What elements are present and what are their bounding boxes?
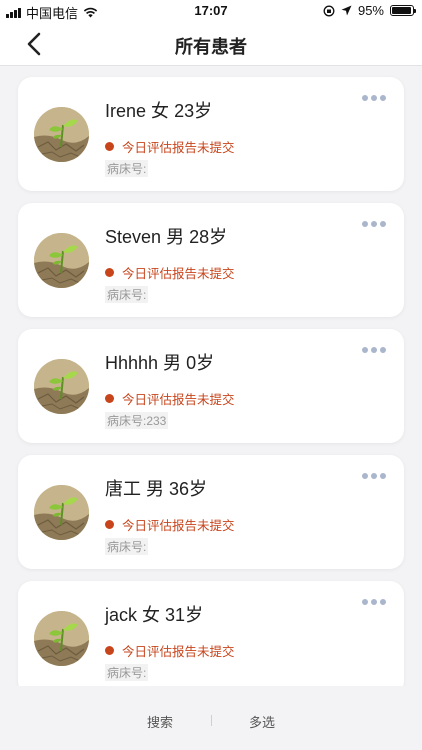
patient-avatar bbox=[34, 233, 89, 288]
status-dot-icon bbox=[105, 520, 114, 529]
bed-number: 病床号: bbox=[105, 538, 149, 555]
patient-name: Steven bbox=[105, 227, 162, 247]
patient-gender: 男 bbox=[163, 353, 182, 373]
status-dot-icon bbox=[105, 268, 114, 277]
patient-name-line: 唐工 男 36岁 bbox=[105, 475, 207, 501]
report-status-text: 今日评估报告未提交 bbox=[122, 267, 235, 281]
report-status: 今日评估报告未提交 bbox=[105, 641, 235, 660]
report-status: 今日评估报告未提交 bbox=[105, 137, 235, 156]
patient-name: Irene bbox=[105, 101, 147, 121]
search-button[interactable]: 搜索 bbox=[147, 712, 173, 731]
patient-avatar bbox=[34, 611, 89, 666]
patient-list[interactable]: Irene 女 23岁 今日评估报告未提交 病床号: Steven 男 28岁 … bbox=[0, 66, 422, 686]
patient-avatar bbox=[34, 485, 89, 540]
patient-age: 31岁 bbox=[165, 605, 204, 625]
patient-avatar bbox=[34, 107, 89, 162]
more-dots-icon bbox=[362, 221, 368, 227]
patient-age: 28岁 bbox=[189, 227, 228, 247]
status-dot-icon bbox=[105, 142, 114, 151]
report-status: 今日评估报告未提交 bbox=[105, 263, 235, 282]
more-options-button[interactable] bbox=[360, 469, 388, 483]
patient-gender: 女 bbox=[142, 605, 161, 625]
more-dots-icon bbox=[362, 473, 368, 479]
report-status: 今日评估报告未提交 bbox=[105, 389, 235, 408]
report-status: 今日评估报告未提交 bbox=[105, 515, 235, 534]
patient-name-line: Irene 女 23岁 bbox=[105, 97, 212, 123]
patient-name: 唐工 bbox=[105, 479, 141, 499]
patient-name: Hhhhh bbox=[105, 353, 159, 373]
patient-name: jack bbox=[105, 605, 138, 625]
more-dots-icon bbox=[362, 95, 368, 101]
battery-icon bbox=[390, 5, 416, 16]
patient-gender: 男 bbox=[166, 227, 185, 247]
more-options-button[interactable] bbox=[360, 91, 388, 105]
status-bar: 中国电信 17:07 95% bbox=[0, 0, 422, 22]
more-options-button[interactable] bbox=[360, 343, 388, 357]
report-status-text: 今日评估报告未提交 bbox=[122, 645, 235, 659]
chevron-left-icon bbox=[27, 32, 41, 56]
bed-number: 病床号:233 bbox=[105, 412, 169, 429]
more-dots-icon bbox=[362, 347, 368, 353]
patient-gender: 女 bbox=[151, 101, 170, 121]
patient-card[interactable]: jack 女 31岁 今日评估报告未提交 病床号: bbox=[18, 581, 404, 686]
more-options-button[interactable] bbox=[360, 217, 388, 231]
report-status-text: 今日评估报告未提交 bbox=[122, 519, 235, 533]
location-arrow-icon bbox=[341, 5, 352, 16]
more-options-button[interactable] bbox=[360, 595, 388, 609]
status-dot-icon bbox=[105, 394, 114, 403]
patient-age: 0岁 bbox=[186, 353, 215, 373]
back-button[interactable] bbox=[20, 30, 48, 58]
navigation-bar: 所有患者 bbox=[0, 22, 422, 66]
page-title: 所有患者 bbox=[175, 37, 247, 57]
patient-card[interactable]: 唐工 男 36岁 今日评估报告未提交 病床号: bbox=[18, 455, 404, 569]
report-status-text: 今日评估报告未提交 bbox=[122, 141, 235, 155]
patient-age: 23岁 bbox=[174, 101, 213, 121]
patient-age: 36岁 bbox=[169, 479, 208, 499]
bottom-toolbar: 搜索 多选 bbox=[0, 686, 422, 750]
battery-level bbox=[392, 7, 411, 14]
patient-card[interactable]: Irene 女 23岁 今日评估报告未提交 病床号: bbox=[18, 77, 404, 191]
bed-number: 病床号: bbox=[105, 664, 149, 681]
patient-name-line: Steven 男 28岁 bbox=[105, 223, 227, 249]
bed-number: 病床号: bbox=[105, 160, 149, 177]
toolbar-divider bbox=[211, 715, 212, 726]
patient-card[interactable]: Hhhhh 男 0岁 今日评估报告未提交 病床号:233 bbox=[18, 329, 404, 443]
patient-name-line: jack 女 31岁 bbox=[105, 601, 203, 627]
patient-avatar bbox=[34, 359, 89, 414]
patient-name-line: Hhhhh 男 0岁 bbox=[105, 349, 214, 375]
patient-gender: 男 bbox=[146, 479, 165, 499]
bed-number: 病床号: bbox=[105, 286, 149, 303]
report-status-text: 今日评估报告未提交 bbox=[122, 393, 235, 407]
patient-card[interactable]: Steven 男 28岁 今日评估报告未提交 病床号: bbox=[18, 203, 404, 317]
orientation-lock-icon bbox=[323, 5, 335, 16]
more-dots-icon bbox=[362, 599, 368, 605]
status-dot-icon bbox=[105, 646, 114, 655]
status-bar-right: 95% bbox=[323, 3, 416, 18]
battery-percent: 95% bbox=[357, 3, 384, 18]
multi-select-button[interactable]: 多选 bbox=[249, 712, 275, 731]
